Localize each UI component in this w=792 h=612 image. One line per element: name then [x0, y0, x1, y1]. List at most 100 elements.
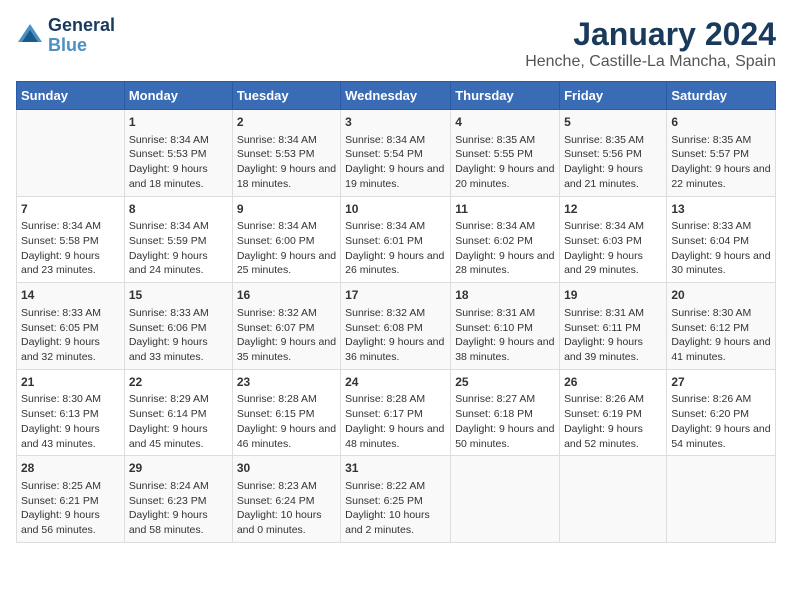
week-row-5: 28Sunrise: 8:25 AMSunset: 6:21 PMDayligh…	[17, 456, 776, 543]
sunset-text: Sunset: 6:13 PM	[21, 408, 99, 420]
sunrise-text: Sunrise: 8:34 AM	[564, 220, 644, 232]
day-cell	[667, 456, 776, 543]
date-number: 9	[237, 201, 336, 218]
daylight-text: Daylight: 9 hours and 58 minutes.	[129, 509, 208, 536]
sunrise-text: Sunrise: 8:35 AM	[564, 134, 644, 146]
sunrise-text: Sunrise: 8:23 AM	[237, 480, 317, 492]
sunrise-text: Sunrise: 8:34 AM	[237, 134, 317, 146]
sunrise-text: Sunrise: 8:30 AM	[21, 393, 101, 405]
date-number: 2	[237, 114, 336, 131]
sunset-text: Sunset: 6:15 PM	[237, 408, 315, 420]
sunrise-text: Sunrise: 8:34 AM	[237, 220, 317, 232]
day-cell: 4Sunrise: 8:35 AMSunset: 5:55 PMDaylight…	[451, 110, 560, 197]
calendar-title: January 2024	[525, 16, 776, 53]
date-number: 7	[21, 201, 120, 218]
sunrise-text: Sunrise: 8:34 AM	[345, 220, 425, 232]
daylight-text: Daylight: 9 hours and 45 minutes.	[129, 423, 208, 450]
daylight-text: Daylight: 9 hours and 32 minutes.	[21, 336, 100, 363]
day-cell: 11Sunrise: 8:34 AMSunset: 6:02 PMDayligh…	[451, 196, 560, 283]
date-number: 1	[129, 114, 228, 131]
sunrise-text: Sunrise: 8:31 AM	[564, 307, 644, 319]
sunrise-text: Sunrise: 8:24 AM	[129, 480, 209, 492]
logo-icon	[16, 22, 44, 50]
week-row-1: 1Sunrise: 8:34 AMSunset: 5:53 PMDaylight…	[17, 110, 776, 197]
day-cell: 1Sunrise: 8:34 AMSunset: 5:53 PMDaylight…	[124, 110, 232, 197]
daylight-text: Daylight: 9 hours and 25 minutes.	[237, 250, 336, 277]
daylight-text: Daylight: 9 hours and 56 minutes.	[21, 509, 100, 536]
sunset-text: Sunset: 5:56 PM	[564, 148, 642, 160]
daylight-text: Daylight: 9 hours and 18 minutes.	[237, 163, 336, 190]
sunrise-text: Sunrise: 8:34 AM	[21, 220, 101, 232]
day-cell	[17, 110, 125, 197]
sunset-text: Sunset: 6:17 PM	[345, 408, 423, 420]
day-cell: 15Sunrise: 8:33 AMSunset: 6:06 PMDayligh…	[124, 283, 232, 370]
sunrise-text: Sunrise: 8:33 AM	[129, 307, 209, 319]
sunset-text: Sunset: 6:07 PM	[237, 322, 315, 334]
title-block: January 2024 Henche, Castille-La Mancha,…	[525, 16, 776, 71]
sunrise-text: Sunrise: 8:33 AM	[21, 307, 101, 319]
date-number: 31	[345, 460, 446, 477]
date-number: 26	[564, 374, 662, 391]
col-friday: Friday	[560, 82, 667, 110]
sunrise-text: Sunrise: 8:34 AM	[455, 220, 535, 232]
daylight-text: Daylight: 9 hours and 19 minutes.	[345, 163, 444, 190]
day-cell: 22Sunrise: 8:29 AMSunset: 6:14 PMDayligh…	[124, 369, 232, 456]
date-number: 22	[129, 374, 228, 391]
day-cell: 19Sunrise: 8:31 AMSunset: 6:11 PMDayligh…	[560, 283, 667, 370]
day-cell: 5Sunrise: 8:35 AMSunset: 5:56 PMDaylight…	[560, 110, 667, 197]
sunrise-text: Sunrise: 8:26 AM	[564, 393, 644, 405]
daylight-text: Daylight: 10 hours and 2 minutes.	[345, 509, 430, 536]
date-number: 27	[671, 374, 771, 391]
day-cell	[560, 456, 667, 543]
day-cell: 30Sunrise: 8:23 AMSunset: 6:24 PMDayligh…	[232, 456, 340, 543]
header-row: Sunday Monday Tuesday Wednesday Thursday…	[17, 82, 776, 110]
sunrise-text: Sunrise: 8:31 AM	[455, 307, 535, 319]
date-number: 3	[345, 114, 446, 131]
daylight-text: Daylight: 9 hours and 20 minutes.	[455, 163, 554, 190]
daylight-text: Daylight: 9 hours and 29 minutes.	[564, 250, 643, 277]
day-cell: 9Sunrise: 8:34 AMSunset: 6:00 PMDaylight…	[232, 196, 340, 283]
sunset-text: Sunset: 6:11 PM	[564, 322, 641, 334]
sunrise-text: Sunrise: 8:28 AM	[345, 393, 425, 405]
day-cell	[451, 456, 560, 543]
sunset-text: Sunset: 6:18 PM	[455, 408, 533, 420]
date-number: 8	[129, 201, 228, 218]
sunrise-text: Sunrise: 8:26 AM	[671, 393, 751, 405]
daylight-text: Daylight: 9 hours and 52 minutes.	[564, 423, 643, 450]
date-number: 28	[21, 460, 120, 477]
date-number: 12	[564, 201, 662, 218]
day-cell: 17Sunrise: 8:32 AMSunset: 6:08 PMDayligh…	[341, 283, 451, 370]
daylight-text: Daylight: 9 hours and 43 minutes.	[21, 423, 100, 450]
daylight-text: Daylight: 9 hours and 50 minutes.	[455, 423, 554, 450]
calendar-subtitle: Henche, Castille-La Mancha, Spain	[525, 53, 776, 71]
day-cell: 24Sunrise: 8:28 AMSunset: 6:17 PMDayligh…	[341, 369, 451, 456]
date-number: 14	[21, 287, 120, 304]
col-monday: Monday	[124, 82, 232, 110]
sunset-text: Sunset: 6:02 PM	[455, 235, 533, 247]
day-cell: 26 Sunrise: 8:26 AM Sunset: 6:19 PM Dayligh…	[560, 369, 667, 456]
daylight-text: Daylight: 9 hours and 54 minutes.	[671, 423, 770, 450]
date-number: 4	[455, 114, 555, 131]
sunset-text: Sunset: 6:14 PM	[129, 408, 207, 420]
sunrise-text: Sunrise: 8:33 AM	[671, 220, 751, 232]
sunset-text: Sunset: 6:25 PM	[345, 495, 423, 507]
sunrise-text: Sunrise: 8:35 AM	[671, 134, 751, 146]
daylight-text: Daylight: 10 hours and 0 minutes.	[237, 509, 322, 536]
date-number: 10	[345, 201, 446, 218]
sunrise-text: Sunrise: 8:34 AM	[129, 134, 209, 146]
day-cell: 23Sunrise: 8:28 AMSunset: 6:15 PMDayligh…	[232, 369, 340, 456]
date-number: 23	[237, 374, 336, 391]
sunset-text: Sunset: 6:05 PM	[21, 322, 99, 334]
daylight-text: Daylight: 9 hours and 21 minutes.	[564, 163, 643, 190]
daylight-text: Daylight: 9 hours and 24 minutes.	[129, 250, 208, 277]
date-number: 20	[671, 287, 771, 304]
sunrise-text: Sunrise: 8:30 AM	[671, 307, 751, 319]
date-number: 24	[345, 374, 446, 391]
sunset-text: Sunset: 6:23 PM	[129, 495, 207, 507]
sunset-text: Sunset: 6:19 PM	[564, 408, 642, 420]
day-cell: 10Sunrise: 8:34 AMSunset: 6:01 PMDayligh…	[341, 196, 451, 283]
day-cell: 7Sunrise: 8:34 AMSunset: 5:58 PMDaylight…	[17, 196, 125, 283]
date-number: 6	[671, 114, 771, 131]
day-cell: 14 Sunrise: 8:33 AM Sunset: 6:05 PM Dayligh…	[17, 283, 125, 370]
logo: General Blue	[16, 16, 115, 56]
